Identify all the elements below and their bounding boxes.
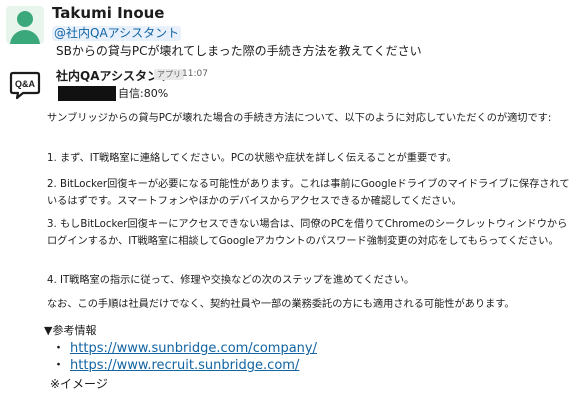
user-question: SBからの貸与PCが壊れてしまった際の手続き方法を教えてください — [56, 44, 422, 58]
message-timestamp[interactable]: 11:07 — [182, 69, 208, 79]
reference-bullet: ・ — [52, 358, 66, 373]
bot-mention[interactable]: @社内QAアシスタント — [52, 26, 182, 41]
reference-link-recruit[interactable]: https://www.recruit.sunbridge.com/ — [70, 358, 299, 373]
reference-link-company[interactable]: https://www.sunbridge.com/company/ — [70, 341, 317, 356]
answer-step-1: 1. まず、IT戦略室に連絡してください。PCの状態や症状を詳しく伝えることが重… — [47, 153, 457, 164]
references-heading: ▼参考情報 — [44, 324, 97, 337]
avatar-body-icon — [10, 30, 40, 44]
user-name[interactable]: Takumi Inoue — [52, 4, 165, 22]
confidence-label: 自信:80% — [118, 87, 169, 100]
answer-intro: サンブリッジからの貸与PCが壊れた場合の手続き方法について、以下のように対応して… — [47, 113, 552, 124]
reference-bullet: ・ — [52, 341, 66, 356]
answer-footnote: なお、この手順は社員だけでなく、契約社員や一部の業務委託の方にも適用される可能性… — [47, 299, 515, 310]
reference-item: ・ https://www.sunbridge.com/company/ — [52, 340, 317, 358]
answer-step-3: 3. もしBitLocker回復キーにアクセスできない場合は、同僚のPCを借りて… — [47, 219, 568, 247]
redacted-block — [58, 86, 116, 101]
answer-step-4: 4. IT戦略室の指示に従って、修理や交換などの次のステップを進めてください。 — [47, 275, 415, 286]
answer-step-2: 2. BitLocker回復キーが必要になる可能性があります。これは事前にGoo… — [47, 179, 570, 207]
reference-item: ・ https://www.recruit.sunbridge.com/ — [52, 357, 299, 375]
user-avatar[interactable] — [6, 6, 44, 44]
qa-bot-icon[interactable]: Q&A — [8, 70, 42, 100]
bot-avatar-text: Q&A — [15, 79, 36, 89]
app-badge: アプリ — [154, 69, 184, 80]
avatar-head-icon — [17, 11, 33, 27]
image-note: ※イメージ — [50, 377, 108, 391]
